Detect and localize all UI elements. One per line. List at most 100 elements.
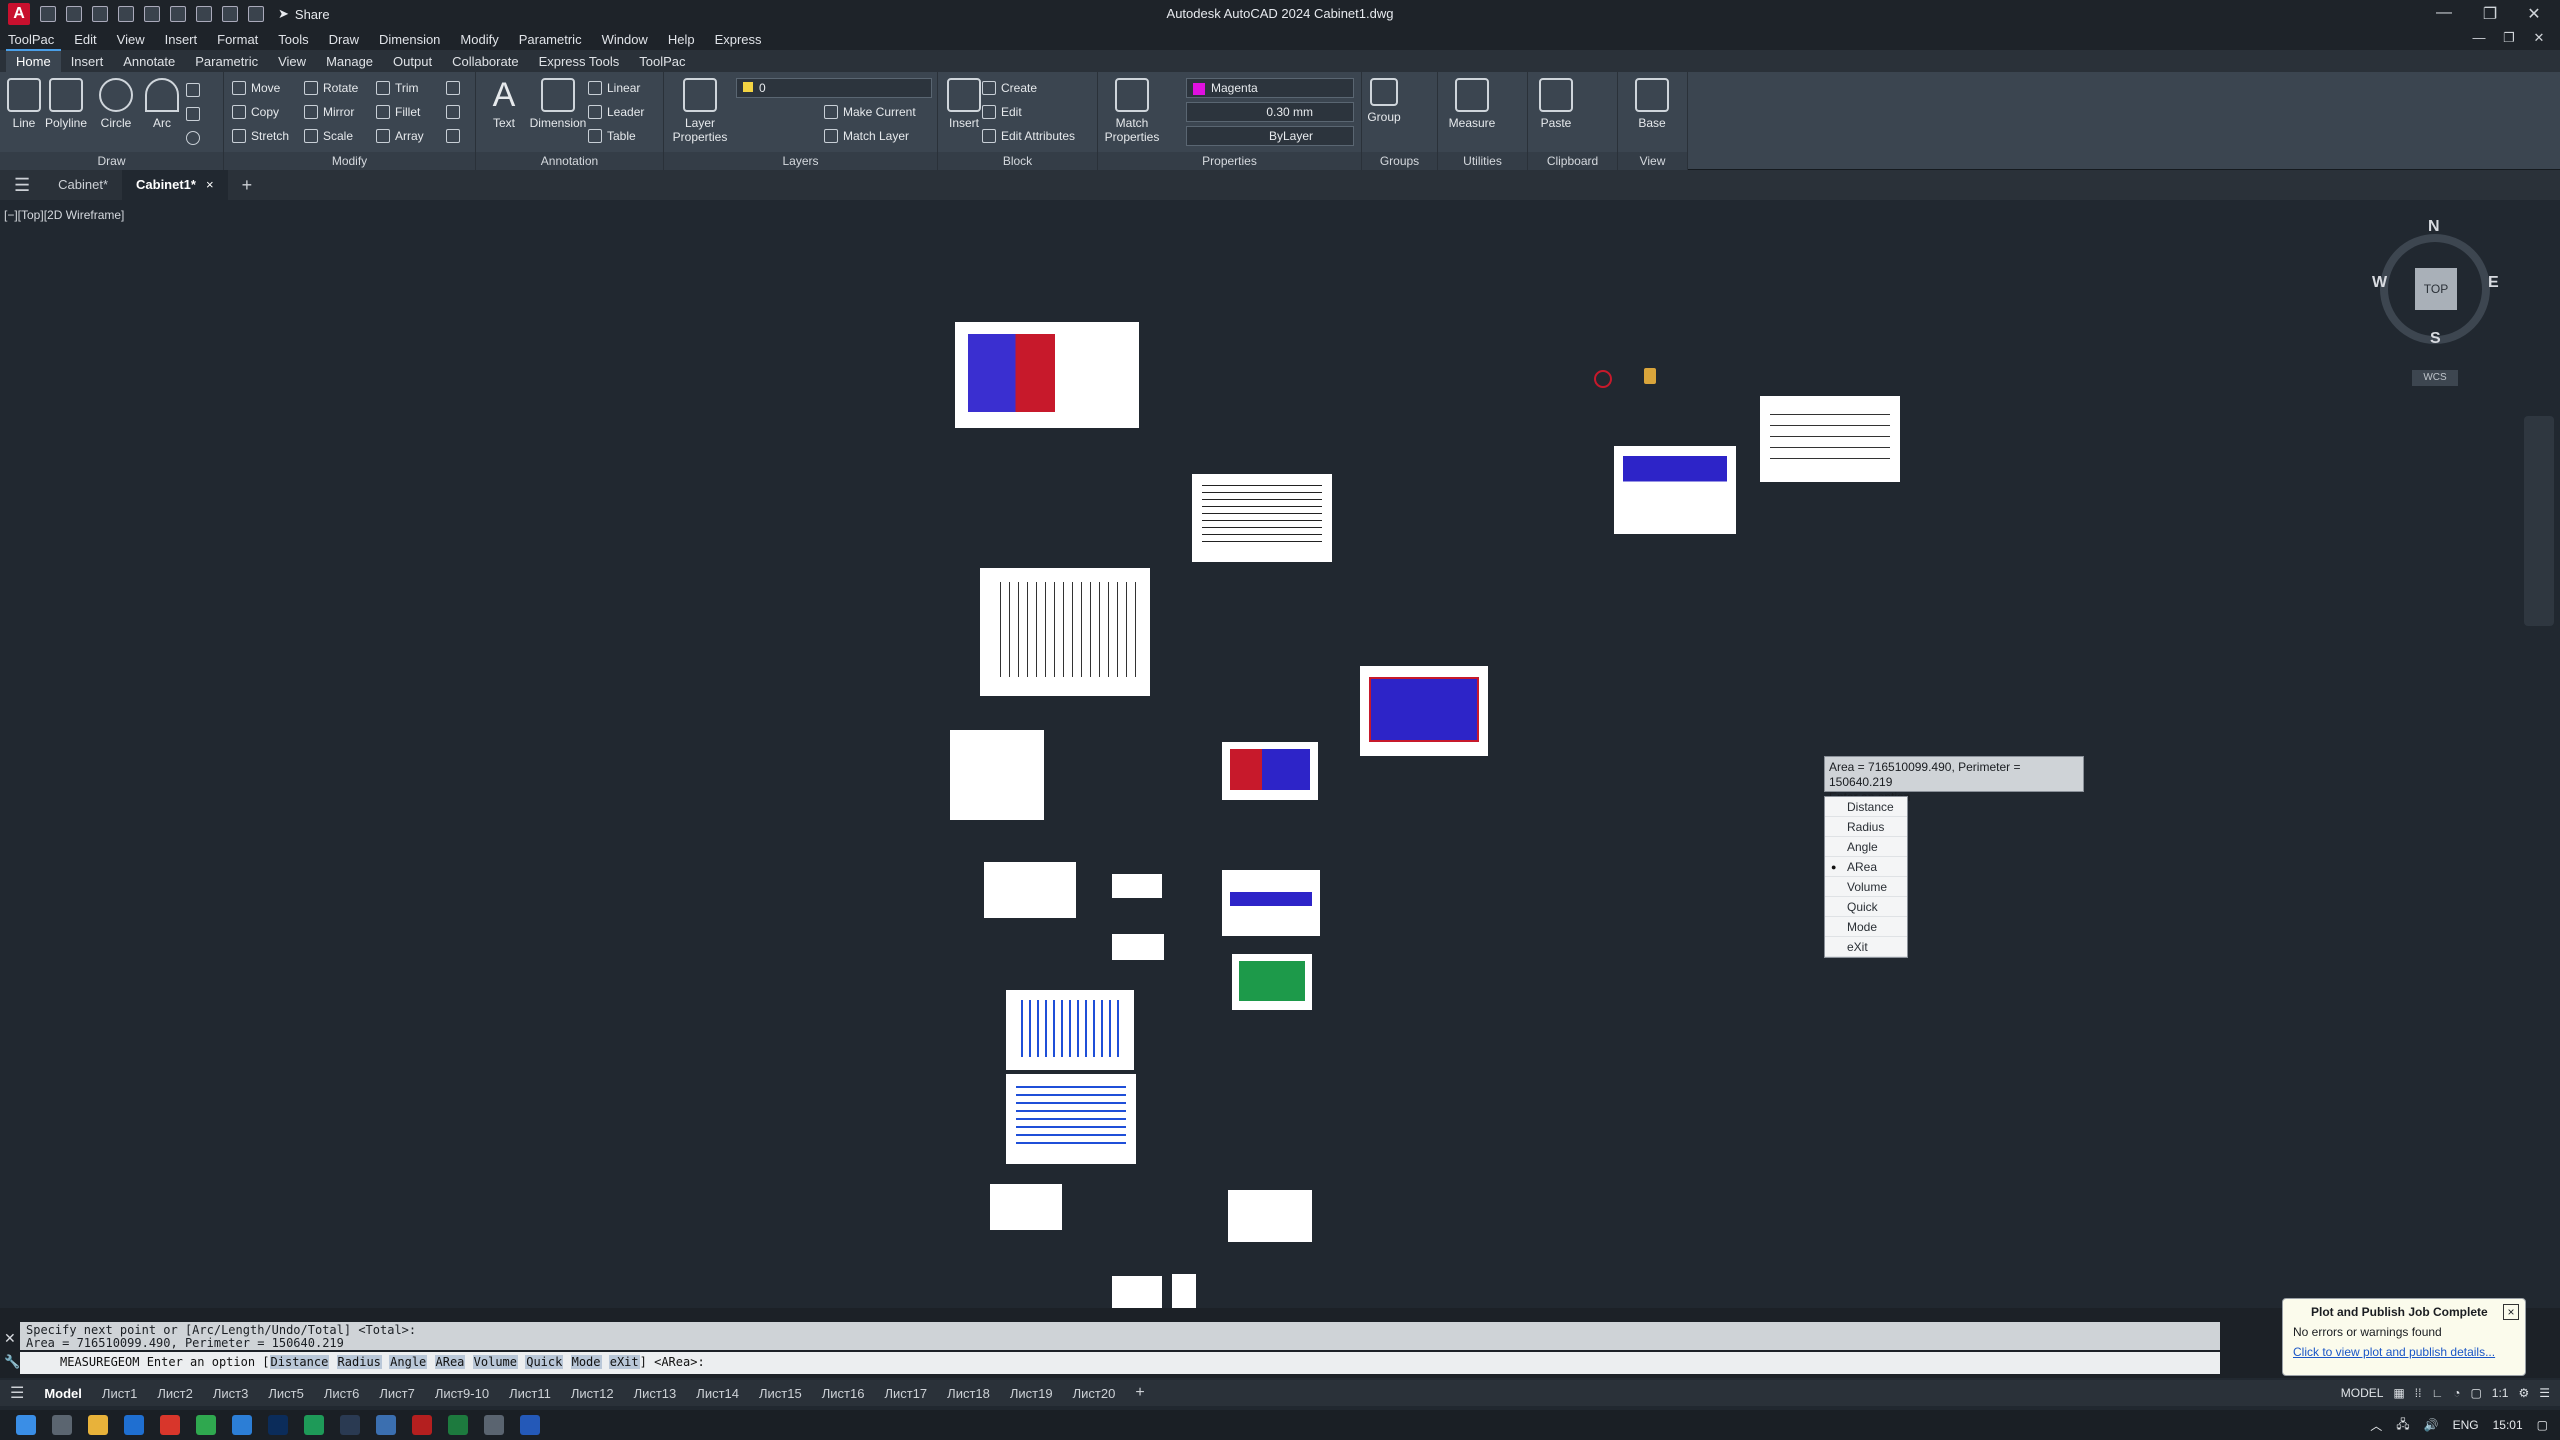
share-button[interactable]: ➤ Share: [278, 6, 330, 22]
restore-button[interactable]: ❐: [2470, 4, 2510, 24]
messenger-icon[interactable]: [232, 1415, 252, 1435]
layout-tab[interactable]: Лист7: [369, 1386, 424, 1401]
chrome-icon[interactable]: [196, 1415, 216, 1435]
annotation-scale[interactable]: 1:1: [2492, 1386, 2509, 1400]
tab-insert[interactable]: Insert: [61, 51, 114, 72]
menu-modify[interactable]: Modify: [460, 32, 498, 47]
yandex-browser-icon[interactable]: [160, 1415, 180, 1435]
layout-tab[interactable]: Лист3: [203, 1386, 258, 1401]
layers-panel-title[interactable]: Layers: [664, 152, 937, 170]
compass-east[interactable]: E: [2488, 274, 2499, 292]
menu-edit[interactable]: Edit: [74, 32, 96, 47]
doc-restore-button[interactable]: ❐: [2494, 30, 2524, 46]
drawing-sheet[interactable]: [1192, 474, 1332, 562]
polar-icon[interactable]: ◔: [2453, 1386, 2460, 1400]
excel-icon[interactable]: [448, 1415, 468, 1435]
layout-tab[interactable]: Лист5: [258, 1386, 313, 1401]
network-icon[interactable]: 🖧: [2396, 1415, 2409, 1436]
keyword-radius[interactable]: Radius: [336, 1355, 382, 1369]
settings-gear-icon[interactable]: ⚙: [2518, 1386, 2529, 1400]
close-tab-icon[interactable]: ×: [206, 177, 214, 192]
drawing-sheet[interactable]: [950, 730, 1044, 820]
layout-tab[interactable]: Лист2: [147, 1386, 202, 1401]
close-window-button[interactable]: ✕: [2514, 4, 2554, 24]
osnap-icon[interactable]: ▢: [2470, 1386, 2481, 1400]
layer-dropdown[interactable]: 0: [736, 78, 932, 98]
navigation-bar[interactable]: [2524, 416, 2554, 626]
windows-start-icon[interactable]: [16, 1415, 36, 1435]
color-dropdown[interactable]: Magenta: [1186, 78, 1354, 98]
menu-view[interactable]: View: [117, 32, 145, 47]
linetype-dropdown[interactable]: ByLayer: [1186, 126, 1354, 146]
base-view-button[interactable]: Base: [1628, 78, 1676, 130]
text-tool[interactable]: A Text: [480, 78, 528, 130]
add-layout-icon[interactable]: +: [1125, 1384, 1154, 1402]
volume-icon[interactable]: 🔊: [2424, 1418, 2439, 1432]
pdf-reader-icon[interactable]: [412, 1415, 432, 1435]
word-icon[interactable]: [520, 1415, 540, 1435]
menu-tools[interactable]: Tools: [278, 32, 308, 47]
mirror-tool[interactable]: Mirror: [304, 102, 354, 122]
layout-tab[interactable]: Лист14: [686, 1386, 749, 1401]
drawing-sheet[interactable]: [980, 568, 1150, 696]
hatch-tool[interactable]: [186, 104, 200, 124]
outlook-icon[interactable]: [124, 1415, 144, 1435]
undo-icon[interactable]: [222, 6, 238, 22]
offset-tool[interactable]: [446, 126, 460, 146]
keyword-volume[interactable]: Volume: [472, 1355, 518, 1369]
photoshop-icon[interactable]: [268, 1415, 288, 1435]
model-space-toggle[interactable]: MODEL: [2341, 1386, 2384, 1400]
rectangle-tool[interactable]: [186, 80, 200, 100]
save-as-icon[interactable]: [118, 6, 134, 22]
file-tab-cabinet[interactable]: Cabinet*: [44, 170, 122, 200]
layout-tab[interactable]: Лист13: [624, 1386, 687, 1401]
redo-icon[interactable]: [248, 6, 264, 22]
groups-panel-title[interactable]: Groups: [1362, 152, 1437, 170]
wcs-menu[interactable]: WCS: [2412, 370, 2458, 386]
file-explorer-icon[interactable]: [88, 1415, 108, 1435]
menu-draw[interactable]: Draw: [329, 32, 359, 47]
layout-tab[interactable]: Лист15: [749, 1386, 812, 1401]
menu-insert[interactable]: Insert: [165, 32, 198, 47]
ellipse-tool[interactable]: [186, 128, 200, 148]
tab-output[interactable]: Output: [383, 51, 442, 72]
open-web-icon[interactable]: [144, 6, 160, 22]
grid-icon[interactable]: ▦: [2393, 1386, 2404, 1400]
lineweight-dropdown[interactable]: 0.30 mm: [1186, 102, 1354, 122]
leader-tool[interactable]: Leader: [588, 102, 644, 122]
stretch-tool[interactable]: Stretch: [232, 126, 289, 146]
layout-tab[interactable]: Лист12: [561, 1386, 624, 1401]
drawing-sheet[interactable]: [1222, 742, 1318, 800]
tab-manage[interactable]: Manage: [316, 51, 383, 72]
tab-annotate[interactable]: Annotate: [113, 51, 185, 72]
drawing-sheet[interactable]: [1760, 396, 1900, 482]
match-layer-button[interactable]: Match Layer: [824, 126, 909, 146]
drawing-sheet[interactable]: [984, 862, 1076, 918]
drawing-sheet[interactable]: [990, 1184, 1062, 1230]
layout-menu-icon[interactable]: ☰: [0, 1383, 34, 1403]
keyword-mode[interactable]: Mode: [570, 1355, 602, 1369]
table-tool[interactable]: Table: [588, 126, 636, 146]
copy-tool[interactable]: Copy: [232, 102, 279, 122]
array-tool[interactable]: Array: [376, 126, 424, 146]
keyword-quick[interactable]: Quick: [525, 1355, 564, 1369]
edit-block-button[interactable]: Edit: [982, 102, 1022, 122]
viewcube-top-face[interactable]: TOP: [2415, 268, 2457, 310]
menu-toolpac[interactable]: ToolPac: [8, 32, 54, 47]
snap-icon[interactable]: ⁞⁞: [2415, 1386, 2422, 1400]
option-angle[interactable]: Angle: [1825, 837, 1907, 857]
block-panel-title[interactable]: Block: [938, 152, 1097, 170]
clipboard-panel-title[interactable]: Clipboard: [1528, 152, 1617, 170]
view-panel-title[interactable]: View: [1618, 152, 1687, 170]
plot-icon[interactable]: [196, 6, 212, 22]
insert-block-button[interactable]: Insert: [940, 78, 988, 130]
autocad-taskbar-icon[interactable]: [340, 1415, 360, 1435]
drawing-sheet[interactable]: [1112, 1276, 1162, 1310]
tab-view[interactable]: View: [268, 51, 316, 72]
keyword-distance[interactable]: Distance: [269, 1355, 330, 1369]
option-area[interactable]: ARea: [1825, 857, 1907, 877]
drawing-sheet[interactable]: [1360, 666, 1488, 756]
drawing-sheet[interactable]: [1222, 870, 1320, 936]
save-web-icon[interactable]: [170, 6, 186, 22]
polyline-tool[interactable]: Polyline: [42, 78, 90, 130]
